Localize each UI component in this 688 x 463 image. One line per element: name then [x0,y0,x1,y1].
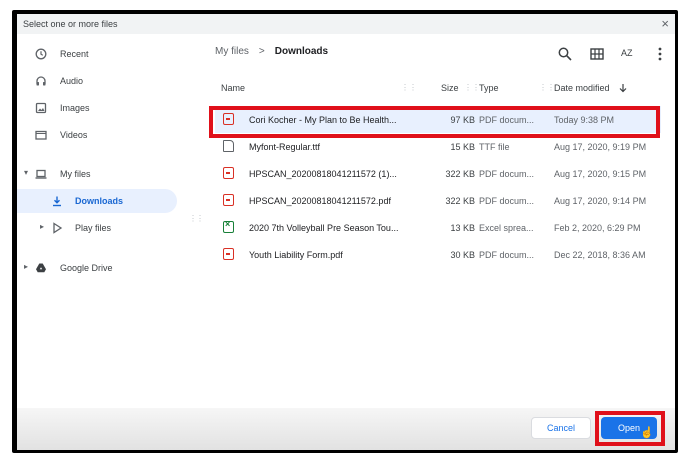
search-icon[interactable] [557,46,573,62]
file-size: 13 KB [450,223,475,233]
sidebar-item-label: My files [60,169,91,179]
sidebar-item-my-files[interactable]: ▾ My files [17,162,177,186]
breadcrumb-my-files[interactable]: My files [215,46,249,57]
table-row[interactable]: 2020 7th Volleyball Pre Season Tou... 13… [215,214,661,241]
sidebar-item-label: Videos [60,130,88,140]
sort-arrow-down-icon[interactable] [618,83,628,93]
clock-icon [35,48,47,60]
column-header-type[interactable]: Type [479,83,499,93]
grid-view-icon[interactable] [589,46,605,62]
sidebar-item-label: Recent [60,49,89,59]
chevron-right-icon[interactable]: ▸ [24,262,28,271]
file-size: 15 KB [450,142,475,152]
file-size: 322 KB [445,169,475,179]
sidebar-item-label: Audio [60,76,84,86]
file-name: HPSCAN_20200818041211572 (1)... [249,169,397,179]
column-resize-handle[interactable]: ⋮⋮ [539,83,555,92]
more-options-icon[interactable] [652,46,668,62]
sort-label: AZ [621,48,633,58]
sidebar-item-label: Images [60,103,90,113]
sidebar-item-images[interactable]: Images [17,96,177,120]
spreadsheet-file-icon [223,219,234,233]
file-type: Excel sprea... [479,223,534,233]
sort-icon[interactable]: AZ [621,46,637,62]
pdf-file-icon [223,248,234,260]
file-date: Aug 17, 2020, 9:14 PM [554,196,647,206]
breadcrumb: My files > Downloads [215,46,328,57]
download-icon [53,196,61,207]
image-icon [35,102,47,114]
close-icon[interactable]: × [661,16,669,31]
file-date: Aug 17, 2020, 9:15 PM [554,169,647,179]
sidebar-item-audio[interactable]: Audio [17,69,177,93]
sidebar-item-downloads[interactable]: Downloads [17,189,177,213]
video-icon [35,130,47,140]
file-picker-dialog: Select one or more files × Recent Audio [17,14,675,450]
cancel-button[interactable]: Cancel [531,417,591,439]
file-table-header: Name ⋮⋮ Size ⋮⋮ Type ⋮⋮ Date modified [215,78,675,98]
chevron-down-icon[interactable]: ▾ [24,168,28,177]
selected-row-highlight [209,106,660,138]
file-type: TTF file [479,142,510,152]
sidebar-item-google-drive[interactable]: ▸ Google Drive [17,256,177,280]
file-name: Myfont-Regular.ttf [249,142,321,152]
sidebar-item-label: Downloads [75,196,124,206]
open-button-highlight [595,411,665,446]
sidebar-item-label: Google Drive [60,263,113,273]
file-name: Youth Liability Form.pdf [249,250,343,260]
sidebar-item-recent[interactable]: Recent [17,42,177,66]
sidebar-item-videos[interactable]: Videos [17,123,177,147]
file-type: PDF docum... [479,196,535,206]
sidebar-resize-handle[interactable]: ⋮⋮ [189,214,204,223]
table-row[interactable]: HPSCAN_20200818041211572.pdf 322 KB PDF … [215,187,661,214]
sidebar-item-play-files[interactable]: ▸ Play files [17,216,177,240]
table-row[interactable]: Youth Liability Form.pdf 30 KB PDF docum… [215,241,661,268]
pdf-file-icon [223,194,234,206]
file-name: HPSCAN_20200818041211572.pdf [249,196,391,206]
play-icon [53,222,63,234]
file-size: 322 KB [445,196,475,206]
file-date: Dec 22, 2018, 8:36 AM [554,250,646,260]
file-name: 2020 7th Volleyball Pre Season Tou... [249,223,399,233]
hand-cursor-icon: ☝ [640,427,654,439]
file-date: Feb 2, 2020, 6:29 PM [554,223,641,233]
column-header-name[interactable]: Name [221,83,245,93]
pdf-file-icon [223,167,234,179]
drive-icon [36,263,46,273]
sidebar-item-label: Play files [75,223,112,233]
column-resize-handle[interactable]: ⋮⋮ [464,83,480,92]
breadcrumb-separator: > [258,46,265,57]
file-type: PDF docum... [479,250,535,260]
dialog-title: Select one or more files [23,19,118,29]
table-row[interactable]: HPSCAN_20200818041211572 (1)... 322 KB P… [215,160,661,187]
breadcrumb-current: Downloads [274,46,329,57]
headphones-icon [36,76,46,86]
column-header-date[interactable]: Date modified [554,83,610,93]
title-bar: Select one or more files × [17,14,675,34]
font-file-icon [223,140,234,152]
file-type: PDF docum... [479,169,535,179]
file-date: Aug 17, 2020, 9:19 PM [554,142,647,152]
chevron-right-icon[interactable]: ▸ [40,222,44,231]
sidebar: Recent Audio Images Videos ▾ My files Do… [17,36,192,421]
file-size: 30 KB [450,250,475,260]
column-header-size[interactable]: Size [441,83,459,93]
laptop-icon [35,169,47,179]
column-resize-handle[interactable]: ⋮⋮ [401,83,417,92]
